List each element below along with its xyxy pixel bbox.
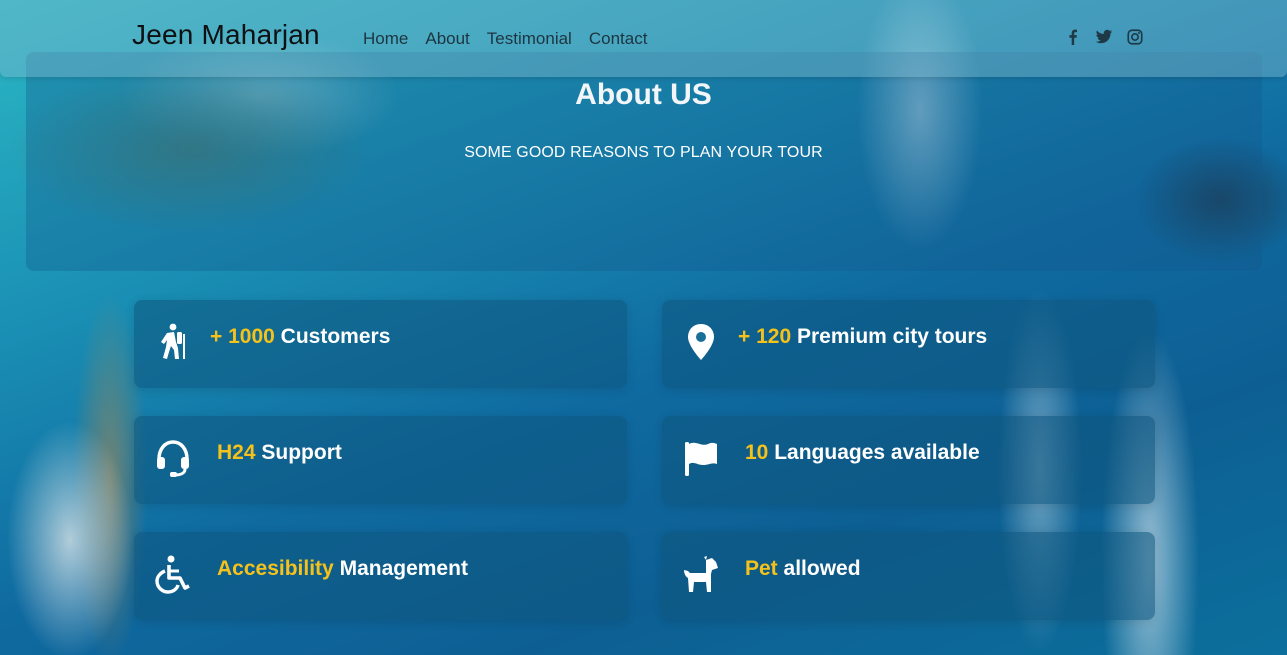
map-pin-icon: [682, 322, 720, 362]
feature-label: allowed: [783, 557, 861, 580]
feature-card-customers: + 1000 Customers: [134, 300, 627, 388]
nav-contact[interactable]: Contact: [589, 29, 648, 49]
feature-label: Premium city tours: [796, 325, 988, 348]
social-links: [1064, 28, 1144, 46]
feature-highlight: 10: [745, 441, 769, 464]
twitter-icon[interactable]: [1095, 28, 1113, 46]
feature-label: Management: [339, 557, 468, 580]
feature-text: H24 Support: [217, 441, 342, 465]
feature-card-accessibility: Accesibility Management: [134, 532, 627, 620]
brand-name[interactable]: Jeen Maharjan: [132, 19, 320, 51]
feature-highlight: + 1000: [210, 325, 275, 348]
feature-text: Pet allowed: [745, 557, 861, 581]
about-subtitle: SOME GOOD REASONS TO PLAN YOUR TOUR: [464, 144, 823, 161]
feature-text: + 120 Premium city tours: [738, 325, 987, 349]
facebook-icon[interactable]: [1064, 28, 1082, 46]
feature-highlight: Accesibility: [217, 557, 334, 580]
nav-home[interactable]: Home: [363, 29, 408, 49]
feature-card-languages: 10 Languages available: [662, 416, 1155, 504]
feature-label: Customers: [280, 325, 391, 348]
feature-label: Support: [261, 441, 342, 464]
hiker-icon: [154, 322, 192, 362]
wheelchair-icon: [154, 554, 192, 594]
about-title: About US: [575, 78, 712, 111]
feature-text: + 1000 Customers: [210, 325, 390, 349]
nav-about[interactable]: About: [425, 29, 469, 49]
flag-icon: [682, 438, 720, 478]
instagram-icon[interactable]: [1126, 28, 1144, 46]
nav-testimonial[interactable]: Testimonial: [487, 29, 572, 49]
feature-highlight: Pet: [745, 557, 778, 580]
feature-text: Accesibility Management: [217, 557, 468, 581]
feature-highlight: H24: [217, 441, 256, 464]
nav-links: Home About Testimonial Contact: [363, 29, 664, 49]
feature-text: 10 Languages available: [745, 441, 980, 465]
navbar: Jeen Maharjan Home About Testimonial Con…: [0, 0, 1287, 77]
feature-card-pets: Pet allowed: [662, 532, 1155, 620]
feature-highlight: + 120: [738, 325, 792, 348]
headset-icon: [154, 438, 192, 478]
feature-label: Languages available: [774, 441, 980, 464]
feature-card-support: H24 Support: [134, 416, 627, 504]
feature-card-city-tours: + 120 Premium city tours: [662, 300, 1155, 388]
dog-icon: [682, 554, 720, 594]
